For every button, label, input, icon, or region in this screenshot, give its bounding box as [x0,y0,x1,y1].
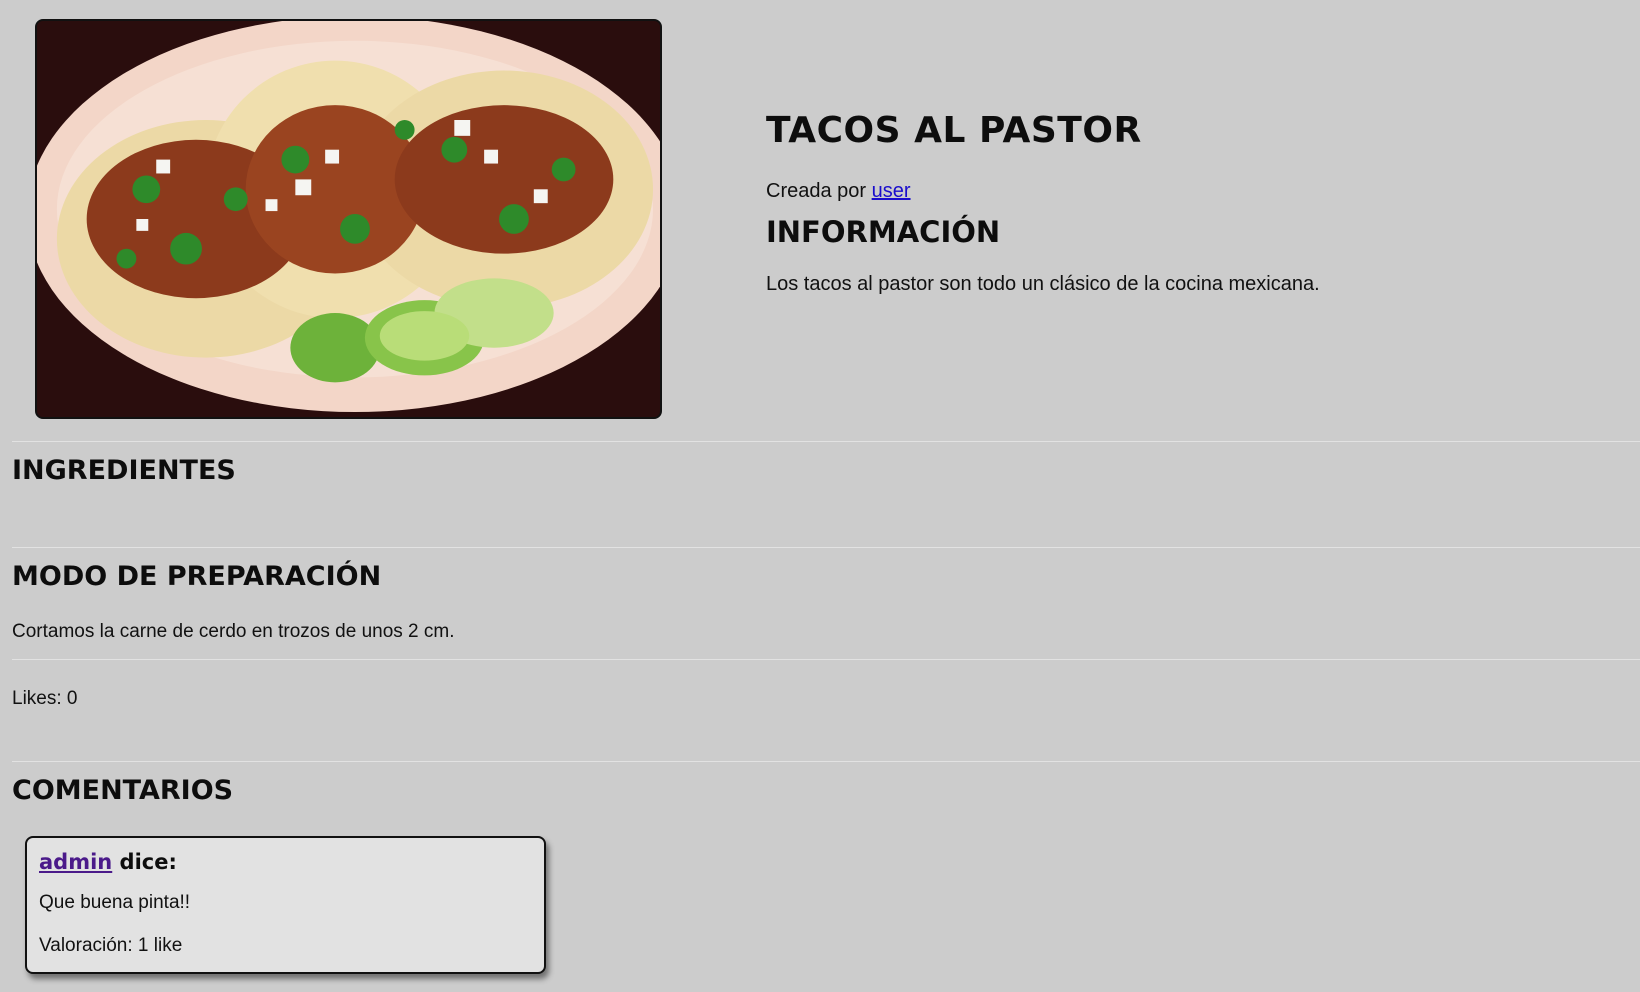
preparation-heading: MODO DE PREPARACIÓN [12,561,382,592]
ingredients-heading: INGREDIENTES [12,455,236,486]
divider [12,659,1640,660]
preparation-text: Cortamos la carne de cerdo en trozos de … [12,621,455,642]
info-heading: INFORMACIÓN [766,215,1001,249]
comments-heading: COMENTARIOS [12,775,234,806]
tacos-photo-icon [37,21,660,417]
recipe-page: TACOS AL PASTOR Creada por user INFORMAC… [0,0,1640,992]
divider [12,547,1640,548]
recipe-image [35,19,662,419]
comment-author-link[interactable]: admin [39,850,112,874]
divider [12,441,1640,442]
comment-text: Que buena pinta!! [39,892,191,913]
comment-rating: Valoración: 1 like [39,935,183,956]
recipe-title: TACOS AL PASTOR [766,110,1142,151]
divider [12,761,1640,762]
created-by-label: Creada por [766,180,867,202]
likes-count: Likes: 0 [12,688,78,709]
comment-author-line: admin dice: [39,850,177,874]
recipe-author-line: Creada por user [766,180,911,203]
comment-card: admin dice: Que buena pinta!! Valoración… [25,836,546,974]
info-text: Los tacos al pastor son todo un clásico … [766,273,1320,295]
comment-says-label: dice: [119,850,177,874]
author-link[interactable]: user [872,180,911,202]
